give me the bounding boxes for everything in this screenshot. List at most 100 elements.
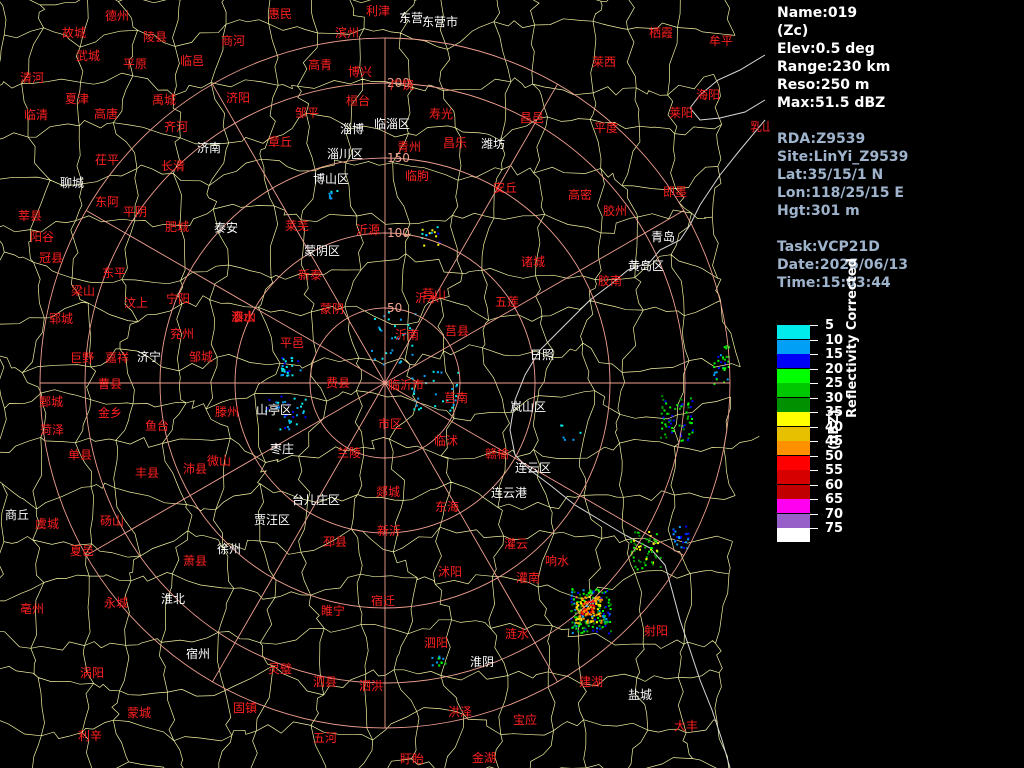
echo-pixel — [651, 561, 653, 564]
city-label: 宿迁 — [371, 593, 395, 608]
echo-pixel — [633, 539, 636, 542]
echo-pixel — [432, 370, 435, 373]
echo-pixel — [420, 407, 422, 410]
echo-pixel — [608, 604, 611, 607]
echo-pixel — [583, 630, 586, 633]
echo-pixel — [672, 533, 675, 536]
city-label: 东海 — [435, 499, 459, 514]
echo-pixel — [665, 402, 668, 405]
echo-pixel — [664, 423, 667, 426]
echo-pixel — [571, 621, 574, 624]
radar-map[interactable]: 50100150200 德州陵县 商河惠民 利津 东营东营市滨州高青 博兴平原 临邑夏津高… — [0, 0, 770, 768]
echo-pixel — [440, 662, 443, 664]
echo-pixel — [293, 397, 296, 400]
echo-pixel — [437, 657, 440, 660]
city-label: 涡阳 — [80, 666, 104, 680]
city-label: 泰安 — [214, 220, 238, 235]
city-label: 兖州 — [170, 326, 194, 341]
legend-swatch-65 — [777, 499, 810, 513]
echo-pixel — [682, 546, 685, 549]
city-label: 兰陵 — [337, 446, 361, 460]
echo-pixel — [661, 421, 664, 424]
echo-pixel — [423, 375, 426, 377]
echo-pixel — [304, 416, 307, 419]
echo-pixel — [285, 366, 288, 368]
city-label: 章丘 — [268, 134, 292, 149]
echo-pixel — [713, 371, 716, 374]
echo-pixel — [680, 546, 683, 549]
city-label: 大丰 — [674, 719, 698, 733]
echo-pixel — [577, 618, 580, 621]
legend-swatch-55 — [777, 470, 810, 484]
city-label: 沭阳 — [438, 565, 462, 579]
legend-tick — [810, 470, 818, 471]
echo-pixel — [608, 598, 611, 601]
echo-pixel — [607, 611, 610, 614]
echo-pixel — [659, 556, 662, 559]
echo-pixel — [583, 626, 586, 629]
echo-pixel — [687, 402, 690, 405]
city-label: 海阳 — [696, 87, 720, 102]
echo-pixel — [415, 404, 418, 407]
echo-pixel — [399, 318, 402, 321]
echo-pixel — [288, 420, 291, 423]
echo-pixel — [598, 627, 601, 630]
legend-tick — [810, 368, 818, 370]
echo-pixel — [329, 197, 332, 200]
city-label: 亳州 — [20, 601, 44, 616]
echo-pixel — [586, 613, 588, 616]
echo-pixel — [630, 539, 633, 542]
legend-swatch-35 — [777, 412, 810, 426]
legend-value-35: 35 — [825, 405, 844, 420]
echo-pixel — [577, 630, 580, 633]
echo-pixel — [672, 430, 675, 433]
legend-tick — [810, 455, 818, 457]
echo-pixel — [598, 625, 601, 627]
echo-pixel — [684, 533, 687, 536]
echo-pixel — [579, 593, 581, 596]
city-label: 莒南 — [444, 390, 468, 405]
echo-pixel — [598, 604, 601, 607]
echo-pixel — [643, 561, 646, 564]
city-label: 费县 — [326, 376, 350, 390]
city-label: 安丘 — [493, 180, 517, 195]
info-rda: RDA:Z9539 — [777, 131, 866, 147]
echo-pixel — [648, 550, 651, 553]
echo-pixel — [685, 541, 688, 544]
echo-pixel — [641, 542, 644, 545]
echo-pixel — [299, 369, 302, 372]
echo-pixel — [666, 412, 669, 415]
city-label: 沛县 — [183, 462, 207, 476]
city-label: 新沂 — [377, 523, 401, 538]
range-rings — [39, 37, 731, 729]
echo-pixel — [455, 385, 458, 388]
echo-pixel — [431, 229, 434, 232]
legend-value-70: 70 — [825, 506, 844, 522]
echo-pixel — [451, 388, 454, 390]
echo-pixel — [687, 532, 690, 535]
echo-pixel — [676, 536, 679, 539]
range-ring-labels: 50100150200 — [387, 76, 410, 315]
echo-pixel — [605, 596, 608, 599]
echo-pixel — [394, 325, 396, 328]
info-resolution: Reso:250 m — [777, 77, 870, 93]
city-label: 长清 — [161, 159, 185, 173]
echo-pixel — [579, 617, 582, 620]
city-label: 临朐 — [405, 168, 429, 183]
echo-pixel — [582, 613, 585, 616]
city-label: 牟平 — [709, 33, 733, 48]
legend-value-45: 45 — [825, 434, 844, 449]
echo-pixel — [691, 418, 693, 420]
echo-pixel — [664, 400, 667, 403]
echo-pixel — [268, 398, 271, 401]
city-label: 平邑 — [280, 336, 304, 350]
azimuth-line — [384, 382, 558, 683]
city-label: 砀山 — [100, 514, 124, 528]
echo-pixel — [421, 232, 424, 235]
city-label: 高密 — [568, 187, 592, 202]
echo-pixel — [680, 398, 683, 401]
city-label: 贾汪区 — [254, 513, 290, 527]
echo-pixel — [597, 610, 600, 613]
echo-pixel — [436, 226, 439, 229]
echo-pixel — [650, 547, 653, 549]
